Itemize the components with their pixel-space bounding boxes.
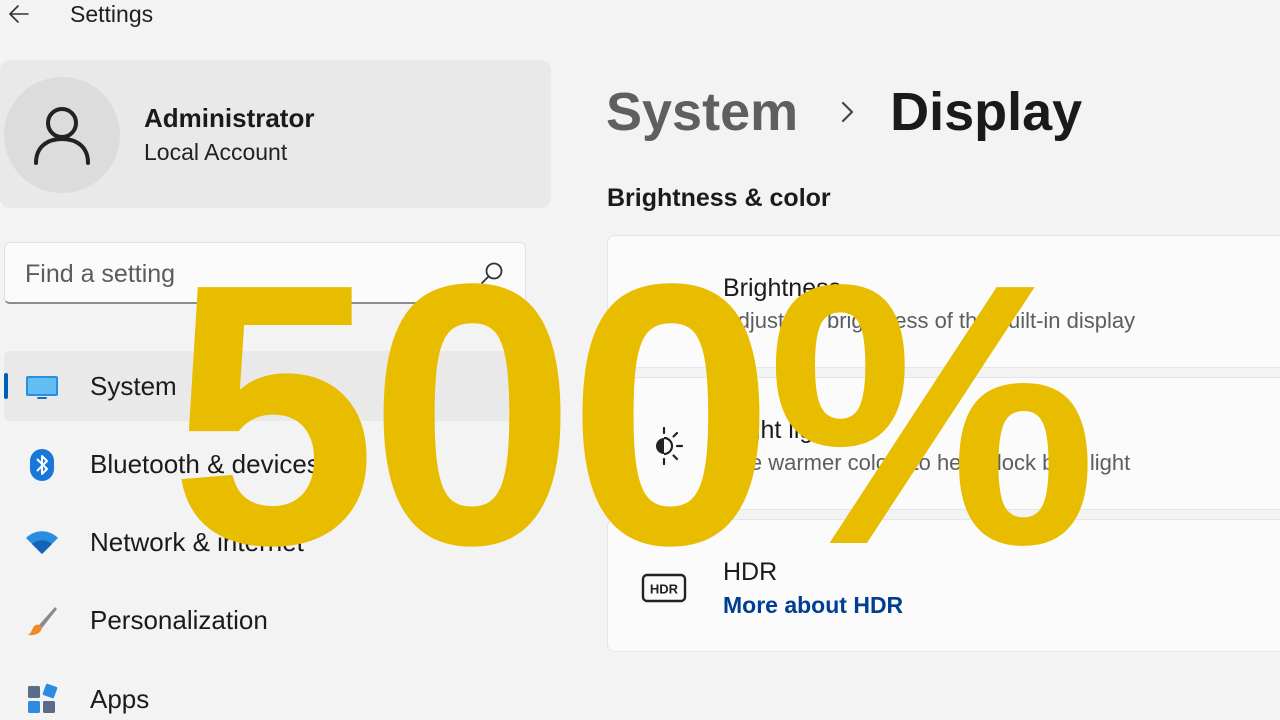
card-description: Adjust the brightness of the built-in di… [723, 308, 1136, 333]
wifi-icon [24, 525, 60, 561]
paintbrush-icon [24, 603, 60, 639]
section-title: Brightness & color [607, 184, 831, 212]
selection-indicator [4, 373, 8, 399]
breadcrumb-parent[interactable]: System [606, 81, 798, 143]
card-description: Use warmer colors to help block blue lig… [723, 450, 1131, 475]
night-light-icon [640, 422, 688, 470]
card-title: HDR [723, 558, 778, 586]
breadcrumb: System Display [606, 80, 1082, 144]
app-title: Settings [70, 1, 154, 27]
search-input[interactable] [23, 253, 467, 295]
sidebar-item-label: System [90, 371, 177, 401]
page-title: Display [890, 82, 1083, 142]
sidebar-item-personalization[interactable]: Personalization [4, 585, 526, 655]
back-arrow-icon [9, 5, 29, 23]
user-profile-card[interactable]: Administrator Local Account [0, 60, 551, 208]
hdr-card[interactable]: HDR HDR More about HDR [607, 519, 1280, 652]
sidebar-item-bluetooth-devices[interactable]: Bluetooth & devices [4, 429, 526, 499]
brightness-icon [640, 280, 688, 328]
sidebar-item-system[interactable]: System [4, 351, 526, 421]
hdr-icon: HDR [640, 564, 688, 612]
card-title: Brightness [723, 274, 842, 302]
bluetooth-icon [24, 447, 60, 483]
sidebar-item-label: Apps [90, 684, 150, 714]
back-button[interactable] [2, 0, 36, 28]
avatar [4, 77, 120, 193]
brightness-card[interactable]: Brightness Adjust the brightness of the … [607, 235, 1280, 368]
search-box [4, 242, 526, 304]
sidebar-item-label: Bluetooth & devices [90, 449, 320, 479]
sidebar-item-network-internet[interactable]: Network & internet [4, 507, 526, 577]
title-bar: Settings [0, 0, 1280, 34]
search-icon[interactable] [479, 261, 505, 287]
monitor-icon [24, 369, 60, 405]
more-about-hdr-link[interactable]: More about HDR [723, 592, 903, 619]
sidebar-item-label: Personalization [90, 605, 268, 635]
profile-account-type: Local Account [144, 139, 288, 165]
apps-icon [24, 682, 60, 718]
night-light-card[interactable]: Night light Use warmer colors to help bl… [607, 377, 1280, 510]
svg-text:HDR: HDR [650, 582, 679, 597]
profile-name: Administrator [144, 103, 315, 133]
user-icon [34, 107, 90, 165]
chevron-right-icon [828, 92, 868, 132]
sidebar-item-apps[interactable]: Apps [4, 664, 526, 720]
sidebar-item-label: Network & internet [90, 527, 304, 557]
settings-window: Settings Administrator Local Account Fin… [0, 0, 1280, 720]
card-title: Night light [723, 416, 835, 444]
